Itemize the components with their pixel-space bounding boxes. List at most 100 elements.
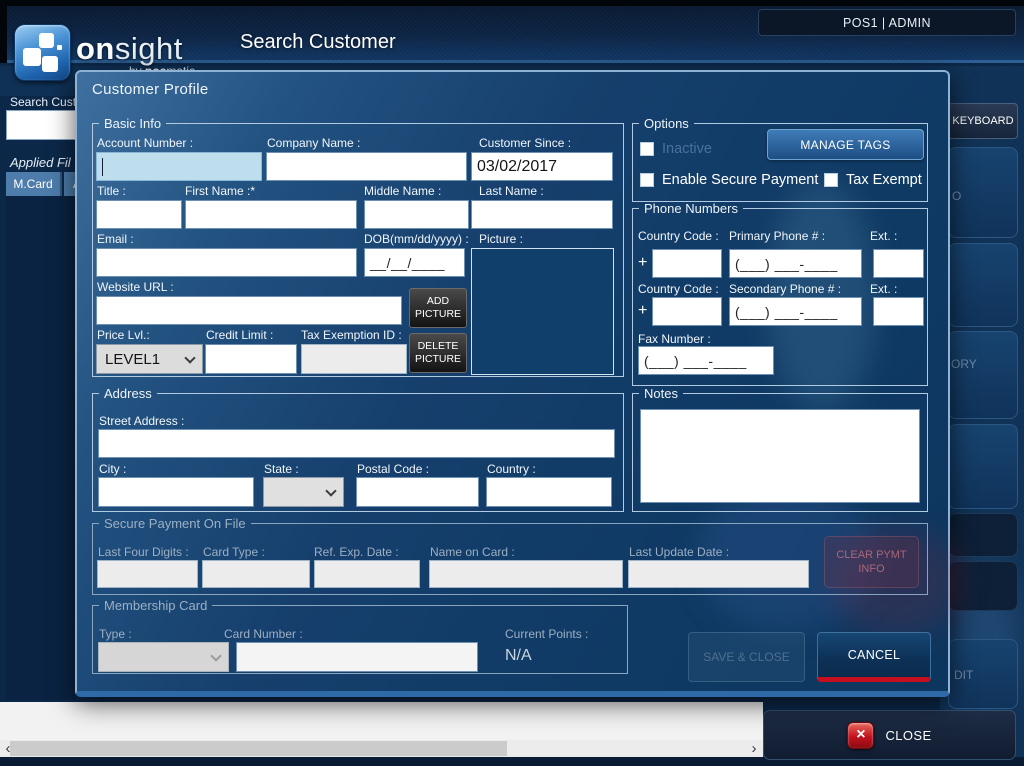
close-button-label: CLOSE	[885, 728, 931, 743]
title-input[interactable]	[96, 200, 182, 229]
logo-square	[23, 48, 41, 66]
ext-2-input[interactable]	[873, 297, 924, 326]
first-name-label: First Name :*	[185, 184, 255, 198]
primary-phone-input[interactable]: (___) ___-____	[729, 249, 862, 278]
postal-code-input[interactable]	[356, 477, 479, 507]
dob-mask: __/__/____	[370, 255, 445, 271]
delete-picture-button[interactable]: DELETE PICTURE	[409, 333, 467, 373]
ext-1-label: Ext. :	[870, 229, 897, 243]
country-input[interactable]	[486, 477, 612, 507]
picture-label: Picture :	[479, 232, 523, 246]
last-name-input[interactable]	[471, 200, 613, 229]
last-four-digits-label: Last Four Digits :	[98, 545, 189, 559]
email-label: Email :	[97, 232, 134, 246]
company-name-input[interactable]	[266, 152, 467, 181]
ref-exp-date-label: Ref. Exp. Date :	[314, 545, 399, 559]
customer-since-label: Customer Since :	[479, 136, 571, 150]
first-name-input[interactable]	[185, 200, 357, 229]
last-four-digits-input	[97, 560, 198, 588]
side-button-3[interactable]	[948, 331, 1018, 419]
close-button[interactable]: × CLOSE	[763, 710, 1016, 760]
applied-filters-label: Applied Fil	[10, 155, 71, 170]
logo-square	[39, 33, 54, 48]
account-number-label: Account Number :	[97, 136, 193, 150]
tax-exempt-label: Tax Exempt	[846, 172, 922, 188]
cancel-button[interactable]: CANCEL	[817, 632, 931, 682]
title-label: Title :	[97, 184, 126, 198]
price-level-select[interactable]: LEVEL1	[96, 344, 203, 374]
country-code-1-input[interactable]	[652, 249, 722, 278]
street-address-input[interactable]	[98, 429, 615, 458]
column-header-mcard[interactable]: M.Card	[6, 172, 62, 196]
company-name-label: Company Name :	[267, 136, 360, 150]
ref-exp-date-input	[314, 560, 420, 588]
country-label: Country :	[487, 462, 536, 476]
street-address-label: Street Address :	[99, 414, 184, 428]
primary-phone-label: Primary Phone # :	[729, 229, 825, 243]
website-url-label: Website URL :	[97, 280, 174, 294]
current-points-label: Current Points :	[505, 627, 588, 641]
brand-light: sight	[115, 31, 183, 66]
clear-payment-info-button[interactable]: CLEAR PYMT INFO	[824, 536, 919, 588]
plus-prefix: +	[638, 254, 647, 272]
email-input[interactable]	[96, 248, 357, 277]
side-button-2[interactable]	[948, 243, 1018, 327]
options-legend: Options	[639, 116, 694, 131]
logo-square	[42, 56, 58, 72]
credit-limit-input[interactable]	[205, 344, 297, 374]
customer-since-input[interactable]: 03/02/2017	[471, 152, 613, 181]
last-update-date-label: Last Update Date :	[629, 545, 729, 559]
add-picture-button[interactable]: ADD PICTURE	[409, 288, 467, 328]
enable-secure-payment-checkbox[interactable]	[640, 173, 654, 187]
onsight-logo-icon	[14, 24, 71, 81]
scroll-right-arrow-icon[interactable]: ›	[747, 740, 761, 756]
ext-1-input[interactable]	[873, 249, 924, 278]
tax-exempt-checkbox[interactable]	[824, 173, 838, 187]
fax-number-input[interactable]: (___) ___-____	[638, 346, 774, 375]
dialog-title: Customer Profile	[92, 81, 209, 98]
phone-numbers-legend: Phone Numbers	[639, 201, 743, 216]
side-button-5[interactable]	[948, 513, 1018, 557]
enable-secure-payment-label: Enable Secure Payment	[662, 172, 818, 188]
session-badge[interactable]: POS1 | ADMIN	[758, 9, 1016, 36]
state-select[interactable]	[263, 477, 344, 507]
account-number-input[interactable]	[96, 152, 262, 181]
side-button-4[interactable]	[948, 424, 1018, 509]
membership-type-label: Type :	[99, 627, 132, 641]
card-type-label: Card Type :	[203, 545, 265, 559]
chevron-down-icon	[210, 650, 221, 661]
dob-label: DOB(mm/dd/yyyy) :	[364, 232, 469, 246]
notes-legend: Notes	[639, 386, 683, 401]
page-title: Search Customer	[240, 31, 396, 54]
middle-name-input[interactable]	[364, 200, 469, 229]
customer-profile-dialog: Customer Profile Basic Info Options Phon…	[75, 70, 950, 697]
save-and-close-button[interactable]: SAVE & CLOSE	[688, 632, 805, 682]
brand-bold: on	[76, 31, 115, 66]
postal-code-label: Postal Code :	[357, 462, 429, 476]
secondary-phone-input[interactable]: (___) ___-____	[729, 297, 862, 326]
website-url-input[interactable]	[96, 296, 402, 325]
card-number-label: Card Number :	[224, 627, 303, 641]
inactive-checkbox[interactable]	[640, 142, 654, 156]
tax-exemption-id-label: Tax Exemption ID :	[301, 328, 402, 342]
card-number-input[interactable]	[236, 642, 478, 672]
side-button-6[interactable]	[948, 561, 1018, 611]
manage-tags-button[interactable]: MANAGE TAGS	[767, 129, 924, 160]
middle-name-label: Middle Name :	[364, 184, 441, 198]
scroll-left-arrow-icon[interactable]: ‹	[1, 740, 15, 756]
city-label: City :	[99, 462, 126, 476]
country-code-2-input[interactable]	[652, 297, 722, 326]
city-input[interactable]	[98, 477, 254, 507]
inactive-label: Inactive	[662, 141, 712, 157]
name-on-card-input	[429, 560, 623, 588]
ext-2-label: Ext. :	[870, 282, 897, 296]
dob-input[interactable]: __/__/____	[364, 248, 465, 277]
search-customer-label: Search Cust	[10, 95, 76, 109]
keyboard-button[interactable]: KEYBOARD	[948, 103, 1018, 139]
notes-textarea[interactable]	[640, 409, 920, 503]
name-on-card-label: Name on Card :	[430, 545, 515, 559]
scrollbar-thumb[interactable]	[10, 741, 507, 756]
address-legend: Address	[99, 386, 157, 401]
credit-limit-label: Credit Limit :	[206, 328, 273, 342]
last-update-date-input	[628, 560, 809, 588]
